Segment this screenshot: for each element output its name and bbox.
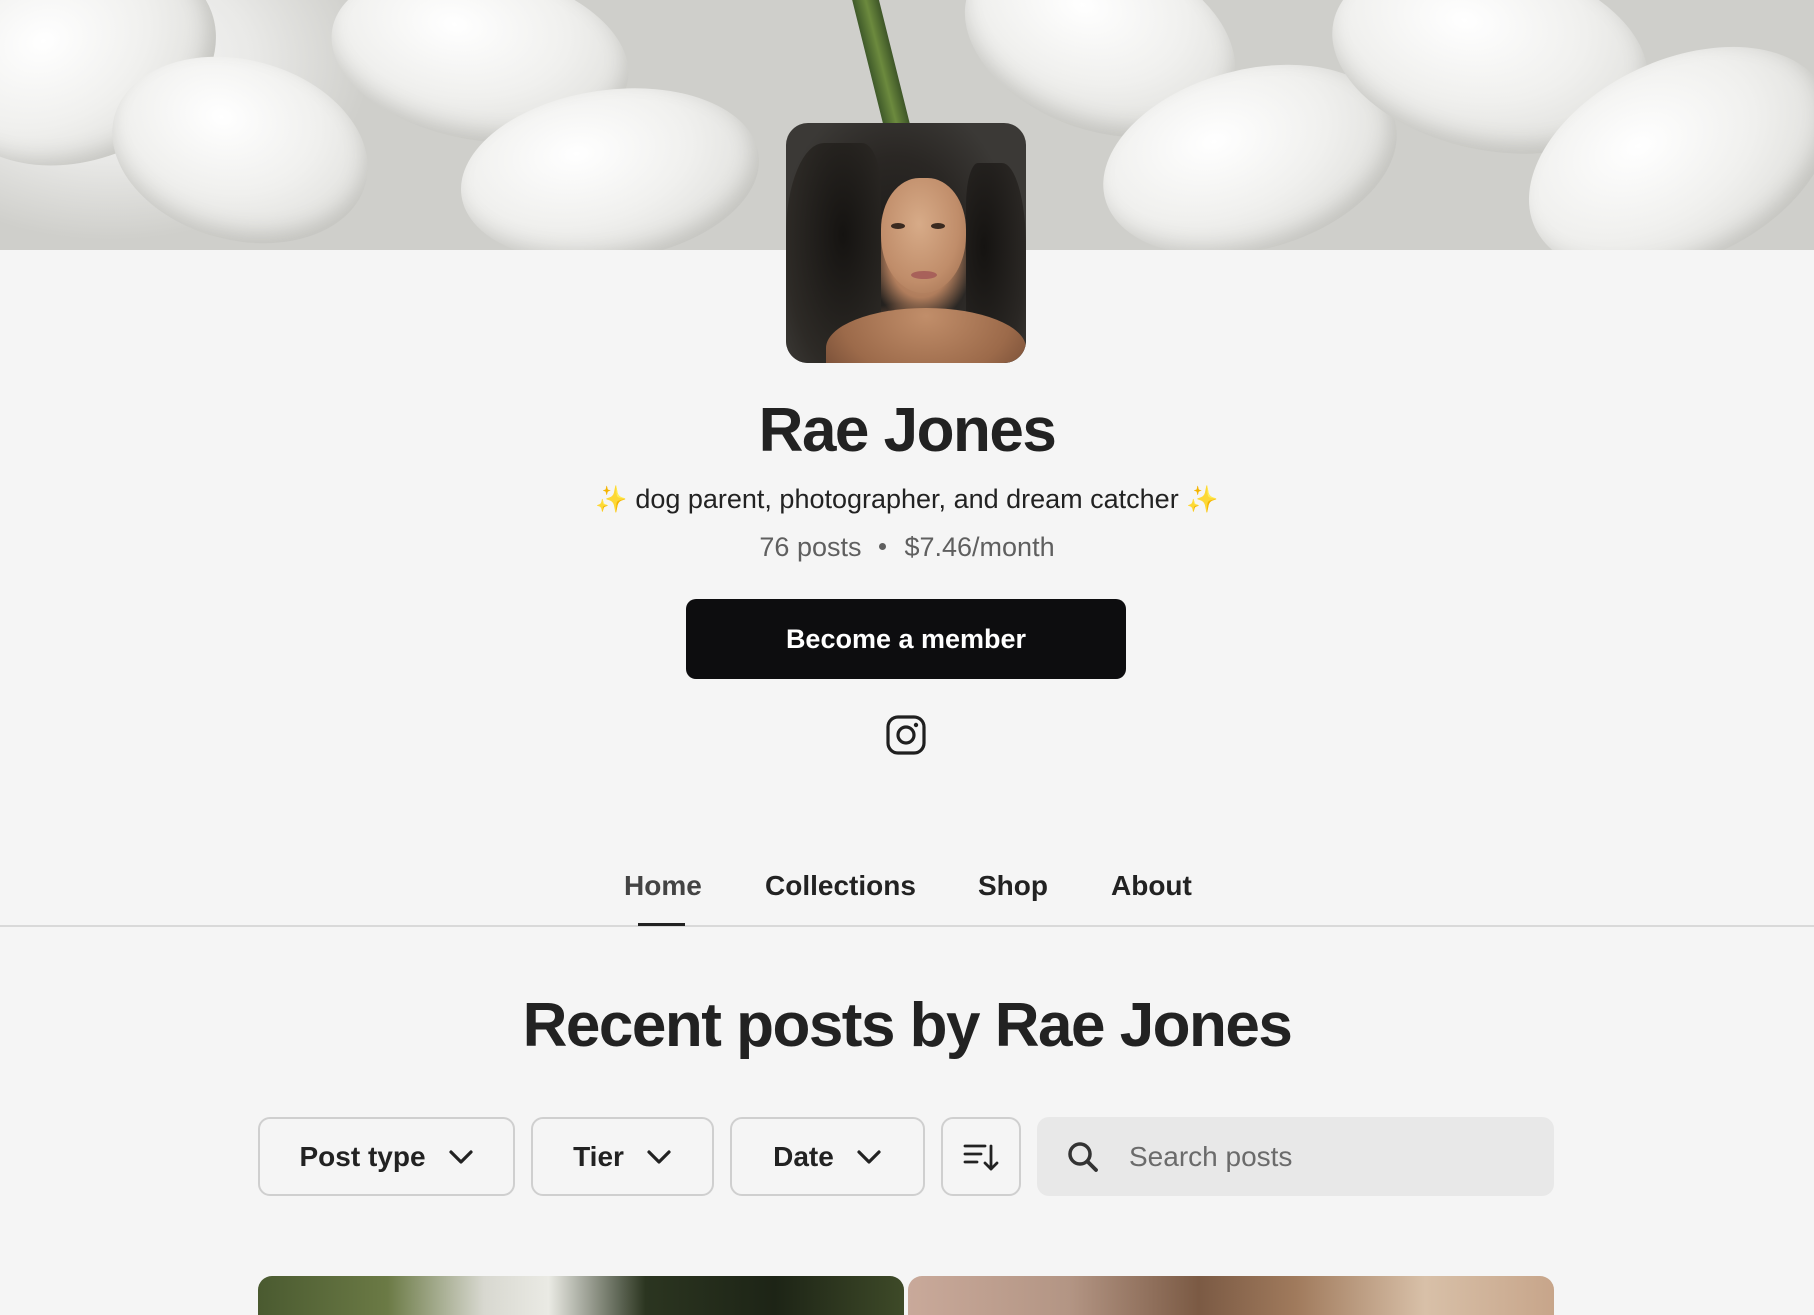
- tagline-text: dog parent, photographer, and dream catc…: [635, 484, 1179, 514]
- post-thumbnail[interactable]: [908, 1276, 1554, 1315]
- creator-stats: 76 posts $7.46/month: [0, 532, 1814, 563]
- filter-label: Date: [773, 1140, 834, 1172]
- tab-about[interactable]: About: [1111, 870, 1192, 902]
- tab-shop[interactable]: Shop: [978, 870, 1048, 902]
- chevron-down-icon: [857, 1149, 881, 1164]
- creator-name: Rae Jones: [758, 396, 1057, 465]
- avatar-eye: [931, 223, 945, 229]
- sort-descending-icon: [963, 1144, 999, 1170]
- sparkle-icon: ✨: [1186, 484, 1219, 514]
- chevron-down-icon: [448, 1149, 473, 1164]
- separator-dot: [879, 543, 887, 551]
- membership-price: $7.46/month: [904, 532, 1055, 562]
- tier-filter[interactable]: Tier: [531, 1117, 714, 1196]
- tab-collections[interactable]: Collections: [765, 870, 916, 902]
- date-filter[interactable]: Date: [730, 1117, 925, 1196]
- post-thumbnail[interactable]: [258, 1276, 904, 1315]
- post-type-filter[interactable]: Post type: [258, 1117, 515, 1196]
- sparkle-icon: ✨: [595, 484, 628, 514]
- chevron-down-icon: [647, 1149, 671, 1164]
- sort-button[interactable]: [941, 1117, 1021, 1196]
- tab-home[interactable]: Home: [624, 870, 702, 902]
- avatar-eye: [891, 223, 905, 229]
- instagram-icon[interactable]: [885, 714, 927, 756]
- search-box[interactable]: [1037, 1117, 1554, 1196]
- section-title: Recent posts by Rae Jones: [522, 991, 1293, 1060]
- search-icon: [1068, 1141, 1098, 1172]
- filter-label: Tier: [573, 1140, 624, 1172]
- active-tab-indicator: [638, 923, 685, 926]
- avatar-lips: [911, 271, 937, 279]
- posts-count: 76 posts: [759, 532, 862, 562]
- avatar: [786, 123, 1026, 363]
- profile-tabs: Home Collections Shop About: [0, 855, 1814, 927]
- search-input[interactable]: [1129, 1140, 1509, 1173]
- become-member-button[interactable]: Become a member: [686, 599, 1126, 679]
- creator-tagline: ✨ dog parent, photographer, and dream ca…: [0, 484, 1814, 515]
- creator-page: Rae Jones ✨ dog parent, photographer, an…: [0, 0, 1814, 1315]
- filter-label: Post type: [299, 1140, 426, 1172]
